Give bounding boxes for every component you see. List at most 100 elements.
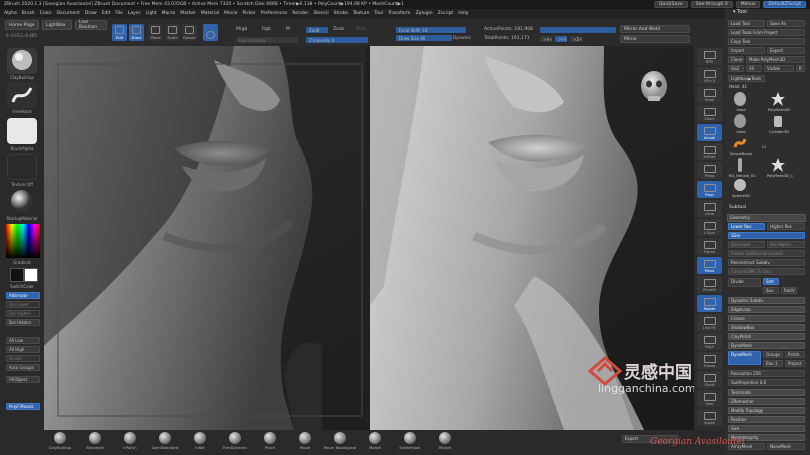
- nav-zoomd-button[interactable]: ZoomD: [697, 276, 722, 293]
- polyf-mosaic-button[interactable]: PolyF.Mosaic: [6, 403, 40, 410]
- tool-thumb-head[interactable]: [731, 91, 749, 107]
- stroke-swatch[interactable]: [7, 82, 37, 108]
- menu-render[interactable]: Render: [292, 11, 308, 16]
- auto-groups-button[interactable]: Auto Groups: [6, 364, 40, 371]
- tool-thumb-head-2[interactable]: [731, 113, 749, 129]
- current-tool-slider[interactable]: Head. 41: [729, 84, 747, 89]
- load-tool-button[interactable]: Load Tool: [728, 20, 765, 27]
- menu-edit[interactable]: Edit: [102, 11, 111, 16]
- all-high-button[interactable]: All High: [6, 346, 40, 353]
- nav-persp-button[interactable]: Persp: [697, 162, 722, 179]
- focal-shift-slider[interactable]: Focal Shift -16: [396, 27, 466, 33]
- menu-movie[interactable]: Movie: [224, 11, 237, 16]
- menu-macro[interactable]: Macro: [162, 11, 176, 16]
- tessimate-header[interactable]: Tessimate: [728, 389, 805, 396]
- nav-xpose-button[interactable]: Xpose: [697, 409, 722, 426]
- copy-tool-button[interactable]: Copy Tool: [728, 38, 805, 45]
- tool-thumb-sphere3d[interactable]: [731, 177, 749, 193]
- menu-stroke[interactable]: Stroke: [334, 11, 348, 16]
- nav-bpr-button[interactable]: BPR: [697, 48, 722, 65]
- size-header[interactable]: Size: [728, 425, 805, 432]
- menu-draw[interactable]: Draw: [85, 11, 97, 16]
- menu-color[interactable]: Color: [40, 11, 52, 16]
- menu-file[interactable]: File: [115, 11, 123, 16]
- reuv-toggle[interactable]: ReUV: [781, 287, 797, 294]
- zsub-toggle[interactable]: Zsub: [333, 27, 344, 32]
- sdiv-slider[interactable]: SDiv: [728, 232, 805, 239]
- shadowbox-header[interactable]: ShadowBox: [728, 324, 805, 331]
- tool-thumb-simplebrush[interactable]: [731, 135, 749, 151]
- draw-mode-button[interactable]: Draw: [129, 24, 144, 41]
- menu-alpha[interactable]: Alpha: [4, 11, 17, 16]
- nav-actual-button[interactable]: Actual: [697, 124, 722, 141]
- subprojection-slider[interactable]: SubProjection 0.6: [728, 379, 805, 386]
- nav-local-button[interactable]: Local: [697, 200, 722, 217]
- nav-move-button[interactable]: Move: [697, 257, 722, 274]
- navigation-skull-icon[interactable]: [641, 71, 667, 101]
- clone-button[interactable]: Clone: [728, 56, 744, 63]
- menu-preferences[interactable]: Preferences: [261, 11, 287, 16]
- nav-zoom-button[interactable]: Zoom: [697, 105, 722, 122]
- divide-tray-button[interactable]: Divide: [728, 278, 761, 287]
- m-toggle[interactable]: M: [286, 27, 290, 32]
- mirror-button[interactable]: Mirror: [620, 35, 690, 43]
- zadd-toggle[interactable]: Zadd: [306, 27, 328, 33]
- del-hidden-button[interactable]: Del Hidden: [6, 319, 40, 326]
- lightbox-button[interactable]: LightBox: [42, 20, 72, 30]
- menu-transform[interactable]: Transform: [388, 11, 410, 16]
- default-zscript-button[interactable]: DefaultZScript: [763, 1, 806, 8]
- brush-inflat-button[interactable]: Inflat: [186, 432, 214, 453]
- menu-tool[interactable]: Tool: [374, 11, 383, 16]
- goz-button[interactable]: GoZ: [728, 65, 744, 72]
- current-brush-swatch[interactable]: [7, 48, 37, 74]
- brush-pinch-button[interactable]: Pinch: [256, 432, 284, 453]
- draw-size-slider[interactable]: Draw Size 46: [396, 35, 452, 41]
- higher-res-button[interactable]: Higher Res: [767, 223, 805, 230]
- crease-header[interactable]: Crease: [728, 315, 805, 322]
- nav-rotate-button[interactable]: Rotate: [697, 295, 722, 312]
- rgb-toggle[interactable]: Rgb: [262, 27, 271, 32]
- x-symmetry-toggle[interactable]: >X<: [540, 36, 552, 42]
- edit-mode-button[interactable]: Edit: [112, 24, 127, 41]
- brush-morph-button[interactable]: Morph: [431, 432, 459, 453]
- nano-mesh-header[interactable]: NanoMesh: [767, 443, 805, 450]
- make-polymesh3d-button[interactable]: Make PolyMesh3D: [746, 56, 805, 63]
- divide-button[interactable]: Divide: [6, 355, 40, 362]
- convert-bpr-button[interactable]: Convert BPR To Geo: [728, 268, 805, 275]
- mirror-and-weld-button[interactable]: Mirror And Weld: [620, 25, 690, 33]
- y-symmetry-toggle[interactable]: >Y<: [555, 36, 567, 42]
- brush-trimdynamic-button[interactable]: TrimDynamic: [221, 432, 249, 453]
- del-higher-tray-button[interactable]: Del Higher: [767, 241, 805, 248]
- nav-frame-button[interactable]: Frame: [697, 238, 722, 255]
- blur-slider[interactable]: Blur 2: [763, 360, 783, 367]
- lightbox-tools-button[interactable]: Lightbox▶Tools: [728, 75, 765, 82]
- import-button[interactable]: Import: [728, 47, 765, 54]
- zremesher-header[interactable]: ZRemesher: [728, 398, 805, 405]
- dynamesh-header[interactable]: DynaMesh: [728, 342, 805, 349]
- dynamesh-button[interactable]: DynaMesh: [728, 351, 761, 365]
- tool-header[interactable]: ▾ Tool: [727, 9, 808, 17]
- modify-topology-header[interactable]: Modify Topology: [728, 407, 805, 414]
- rotate-mode-button[interactable]: Rotate: [182, 24, 197, 41]
- subtool-section-header[interactable]: Subtool: [729, 205, 746, 210]
- brush-standard-button[interactable]: Standard: [81, 432, 109, 453]
- color-picker[interactable]: [6, 224, 40, 258]
- menu-picker[interactable]: Picker: [242, 11, 255, 16]
- nav-spix-3-button[interactable]: SPix 3: [697, 67, 722, 84]
- tool-thumb-hd-female[interactable]: [731, 157, 749, 173]
- nav-aahalf-button[interactable]: AAHalf: [697, 143, 722, 160]
- move-mode-button[interactable]: Move: [148, 24, 163, 41]
- brush-snakehook-button[interactable]: SnakeHook: [396, 432, 424, 453]
- dynamic-toggle[interactable]: Dynamic: [453, 35, 471, 40]
- save-as-button[interactable]: Save As: [767, 20, 805, 27]
- brush-move-topological-button[interactable]: Move Topological: [324, 432, 356, 453]
- menu-material[interactable]: Material: [201, 11, 219, 16]
- menu-texture[interactable]: Texture: [353, 11, 369, 16]
- secondary-color-swatch[interactable]: [10, 268, 24, 282]
- all-low-button[interactable]: All Low: [6, 337, 40, 344]
- position-header[interactable]: Position: [728, 416, 805, 423]
- resolution-slider[interactable]: Resolution 256: [728, 370, 805, 377]
- smt-toggle[interactable]: Smt: [763, 278, 779, 285]
- brush-damstandard-button[interactable]: DamStandard: [151, 432, 179, 453]
- nav-floor-button[interactable]: Floor: [697, 181, 722, 198]
